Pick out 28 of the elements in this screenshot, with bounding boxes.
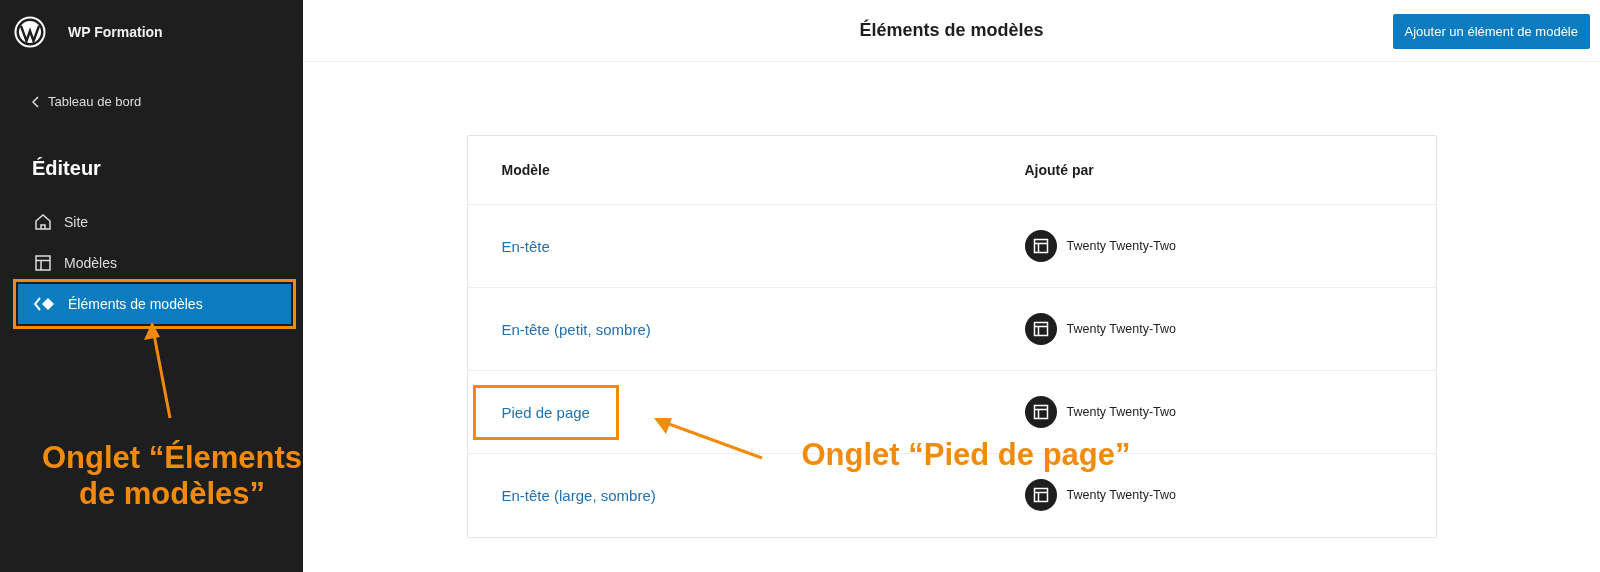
back-link[interactable]: Tableau de bord: [32, 94, 142, 109]
sidebar-item[interactable]: Site: [18, 202, 291, 242]
column-header: Ajouté par: [1024, 162, 1095, 178]
add-button[interactable]: Ajouter un élément de modèle: [1392, 14, 1590, 49]
template-link[interactable]: Pied de page: [475, 387, 616, 437]
page-title: Éléments de modèles: [859, 20, 1044, 41]
template-link[interactable]: En-tête (large, sombre): [501, 486, 656, 504]
column-header: Modèle: [501, 162, 551, 178]
author-name: Twenty Twenty-Two: [1066, 405, 1177, 419]
author-name: Twenty Twenty-Two: [1066, 322, 1177, 336]
template-link[interactable]: En-tête (petit, sombre): [501, 320, 651, 338]
chevron-left-icon: [32, 95, 40, 108]
layout-icon: [34, 254, 52, 272]
author-name: Twenty Twenty-Two: [1066, 239, 1177, 253]
annotation-label: Onglet “Pied de page”: [800, 437, 1132, 473]
layout-icon: [1024, 396, 1057, 428]
wordpress-logo[interactable]: [14, 16, 46, 48]
template-link[interactable]: En-tête: [501, 237, 550, 255]
layout-icon: [1024, 479, 1057, 511]
annotation-label: Onglet “Élements de modèles”: [40, 440, 304, 512]
home-icon: [34, 213, 52, 231]
author-name: Twenty Twenty-Two: [1066, 488, 1177, 502]
site-name: WP Formation: [68, 24, 163, 40]
sidebar-item[interactable]: Modèles: [18, 243, 291, 283]
layout-icon: [1024, 230, 1057, 262]
sidebar-title: Éditeur: [32, 157, 102, 180]
diamond-icon: [34, 296, 56, 312]
layout-icon: [1024, 313, 1057, 345]
